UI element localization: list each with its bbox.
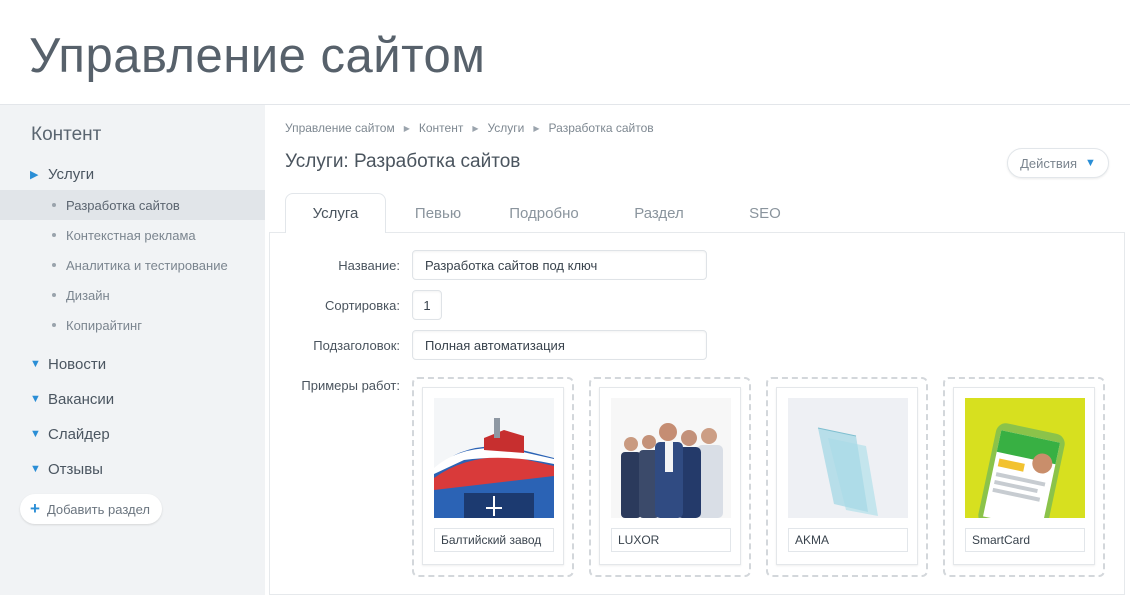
name-label: Название:	[338, 258, 400, 273]
tab-prevyu[interactable]: Певью	[396, 193, 480, 233]
bullet-icon	[52, 263, 56, 267]
sidebar-item-label: Копирайтинг	[66, 317, 142, 333]
sort-label: Сортировка:	[325, 298, 400, 313]
sidebar-item-dizain[interactable]: Дизайн	[0, 280, 265, 310]
work-item: LUXOR	[599, 387, 741, 565]
sidebar-section-slaider[interactable]: ▼ Слайдер	[0, 419, 265, 449]
subtitle-label: Подзаголовок:	[313, 338, 400, 353]
page-title: Услуги: Разработка сайтов	[285, 151, 521, 172]
breadcrumb-item[interactable]: Услуги	[487, 121, 524, 135]
sidebar-section-label: Новости	[48, 355, 107, 373]
work-card[interactable]: AKMA	[766, 377, 928, 577]
app-header: Управление сайтом	[0, 0, 1130, 105]
actions-dropdown-button[interactable]: Действия ▼	[1007, 148, 1109, 178]
bullet-icon	[52, 233, 56, 237]
work-image-icebreaker	[434, 398, 554, 518]
work-image-smartphone	[965, 398, 1085, 518]
sidebar-section-label: Слайдер	[48, 425, 110, 443]
work-image-glass	[788, 398, 908, 518]
caret-right-icon: ▶	[30, 168, 39, 181]
work-caption[interactable]: SmartCard	[965, 528, 1085, 552]
sidebar-item-kopiraiting[interactable]: Копирайтинг	[0, 310, 265, 340]
tab-usluga[interactable]: Услуга	[285, 193, 386, 233]
bullet-icon	[52, 203, 56, 207]
breadcrumb-separator-icon: ▶	[403, 123, 410, 133]
main-content: Управление сайтом ▶ Контент ▶ Услуги ▶ Р…	[265, 105, 1130, 595]
actions-label: Действия	[1020, 155, 1078, 171]
bullet-icon	[52, 323, 56, 327]
caret-down-icon: ▼	[30, 393, 41, 405]
sidebar-section-novosti[interactable]: ▼ Новости	[0, 349, 265, 379]
work-item: AKMA	[776, 387, 918, 565]
work-caption[interactable]: LUXOR	[611, 528, 731, 552]
caret-down-icon: ▼	[30, 358, 41, 370]
tab-razdel[interactable]: Раздел	[613, 193, 705, 233]
sidebar-item-label: Аналитика и тестирование	[66, 257, 228, 273]
breadcrumb-item[interactable]: Контент	[419, 121, 463, 135]
chevron-down-icon: ▼	[1085, 157, 1096, 169]
sidebar-section-label: Услуги	[48, 165, 95, 183]
sidebar-item-label: Дизайн	[66, 287, 110, 303]
breadcrumb: Управление сайтом ▶ Контент ▶ Услуги ▶ Р…	[285, 121, 654, 135]
add-section-button[interactable]: + Добавить раздел	[20, 494, 162, 524]
work-card[interactable]: Балтийский завод	[412, 377, 574, 577]
breadcrumb-separator-icon: ▶	[533, 123, 540, 133]
form-panel: Название: Разработка сайтов под ключ Сор…	[269, 232, 1125, 595]
sidebar-item-label: Контекстная реклама	[66, 227, 196, 243]
name-input[interactable]: Разработка сайтов под ключ	[412, 250, 707, 280]
sidebar-section-otzyvy[interactable]: ▼ Отзывы	[0, 454, 265, 484]
sidebar-item-kontekstnaya-reklama[interactable]: Контекстная реклама	[0, 220, 265, 250]
caret-down-icon: ▼	[30, 463, 41, 475]
bullet-icon	[52, 293, 56, 297]
work-item: SmartCard	[953, 387, 1095, 565]
sidebar-item-analitika[interactable]: Аналитика и тестирование	[0, 250, 265, 280]
tab-seo[interactable]: SEO	[725, 193, 805, 233]
caret-down-icon: ▼	[30, 428, 41, 440]
work-caption[interactable]: Балтийский завод	[434, 528, 554, 552]
work-item: Балтийский завод	[422, 387, 564, 565]
breadcrumb-item-current: Разработка сайтов	[548, 121, 654, 135]
sidebar: Контент ▶ Услуги Разработка сайтов Конте…	[0, 105, 265, 595]
sidebar-title: Контент	[31, 124, 102, 145]
add-section-label: Добавить раздел	[46, 501, 150, 517]
sort-input[interactable]: 1	[412, 290, 442, 320]
subtitle-input[interactable]: Полная автоматизация	[412, 330, 707, 360]
sidebar-item-razrabotka-saitov[interactable]: Разработка сайтов	[0, 190, 265, 220]
breadcrumb-separator-icon: ▶	[472, 123, 479, 133]
sidebar-section-vakansii[interactable]: ▼ Вакансии	[0, 384, 265, 414]
sidebar-item-label: Разработка сайтов	[66, 197, 180, 213]
app-title: Управление сайтом	[29, 29, 486, 83]
tab-podrobno[interactable]: Подробно	[495, 193, 593, 233]
sidebar-section-label: Вакансии	[48, 390, 115, 408]
work-card[interactable]: SmartCard	[943, 377, 1105, 577]
work-card[interactable]: LUXOR	[589, 377, 751, 577]
breadcrumb-item[interactable]: Управление сайтом	[285, 121, 395, 135]
sidebar-section-uslugi[interactable]: ▶ Услуги	[0, 159, 265, 189]
sidebar-section-label: Отзывы	[48, 460, 103, 478]
work-image-team	[611, 398, 731, 518]
plus-icon: +	[30, 499, 40, 518]
work-caption[interactable]: AKMA	[788, 528, 908, 552]
works-label: Примеры работ:	[301, 378, 400, 393]
